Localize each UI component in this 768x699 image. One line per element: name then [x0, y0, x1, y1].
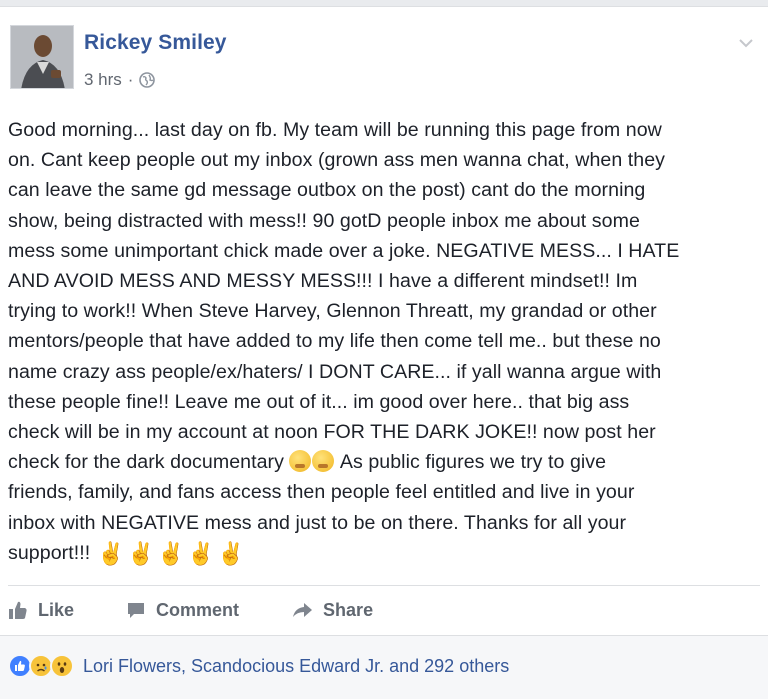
comment-button[interactable]: Comment: [126, 600, 239, 621]
avatar[interactable]: [10, 25, 74, 89]
post-text-line-emoji: check for the dark documentary As public…: [8, 447, 748, 477]
victory-hand-icon: ✌: [186, 540, 215, 566]
victory-hand-icon: ✌: [96, 540, 125, 566]
reaction-summary[interactable]: Lori Flowers, Scandocious Edward Jr. and…: [8, 654, 509, 678]
victory-hand-icon: ✌: [216, 540, 245, 566]
share-label: Share: [323, 599, 374, 620]
post-text-line: trying to work!! When Steve Harvey, Glen…: [8, 300, 657, 323]
victory-hand-icon: ✌: [126, 540, 155, 566]
post-text-line: on. Cant keep people out my inbox (grown…: [8, 149, 666, 172]
avatar-image: [11, 26, 73, 88]
thinking-face-icon: [312, 450, 335, 473]
globe-icon[interactable]: [139, 72, 156, 88]
thumbs-up-icon: [9, 601, 27, 619]
thinking-face-icon: [289, 450, 312, 473]
post-text-fragment: As public figures we try to give: [339, 451, 607, 474]
post-text-last-line: support!!! ✌ ✌ ✌ ✌ ✌: [8, 538, 748, 569]
post-text: Good morning... last day on fb. My team …: [8, 115, 748, 569]
author-name[interactable]: Rickey Smiley: [84, 31, 227, 55]
post-text-line: friends, family, and fans access then pe…: [8, 481, 635, 504]
post-text-line: mess some unimportant chick made over a …: [8, 239, 680, 262]
action-bar: Like Comment Share: [8, 593, 425, 627]
comment-icon: [128, 603, 145, 618]
post-card: Rickey Smiley 3 hrs · Good morning... la…: [0, 6, 768, 699]
post-text-line: show, being distracted with mess!! 90 go…: [8, 209, 640, 232]
post-text-fragment: check for the dark documentary: [8, 451, 284, 474]
post-text-line: Good morning... last day on fb. My team …: [8, 119, 662, 141]
post-meta: 3 hrs ·: [84, 69, 156, 91]
reactions-bar: Lori Flowers, Scandocious Edward Jr. and…: [0, 636, 768, 699]
share-button[interactable]: Share: [291, 600, 373, 621]
meta-separator: ·: [127, 70, 134, 89]
post-text-line: mentors/people that have added to my lif…: [8, 330, 661, 353]
like-button[interactable]: Like: [8, 600, 74, 621]
post-text-fragment: support!!!: [8, 541, 91, 564]
post-timestamp[interactable]: 3 hrs: [84, 70, 122, 90]
divider: [8, 585, 760, 586]
post-header: Rickey Smiley 3 hrs ·: [10, 25, 758, 89]
comment-label: Comment: [156, 599, 240, 620]
post-text-line: AND AVOID MESS AND MESSY MESS!!! I have …: [8, 270, 638, 293]
post-text-line: check will be in my account at noon FOR …: [8, 421, 656, 444]
share-arrow-icon: [293, 603, 313, 617]
wow-reaction-icon: [50, 654, 74, 678]
victory-hand-icon: ✌: [156, 540, 185, 566]
post-text-line: name crazy ass people/ex/haters/ I DONT …: [8, 360, 662, 383]
post-text-line: these people fine!! Leave me out of it..…: [8, 390, 630, 413]
victory-emoji-group: ✌ ✌ ✌ ✌ ✌: [96, 541, 246, 566]
post-text-line: can leave the same gd message outbox on …: [8, 179, 646, 202]
reaction-names-link[interactable]: Lori Flowers, Scandocious Edward Jr. and…: [83, 656, 509, 677]
post-text-line: inbox with NEGATIVE mess and just to be …: [8, 511, 627, 534]
chevron-down-icon[interactable]: [736, 33, 756, 53]
like-label: Like: [38, 599, 75, 620]
